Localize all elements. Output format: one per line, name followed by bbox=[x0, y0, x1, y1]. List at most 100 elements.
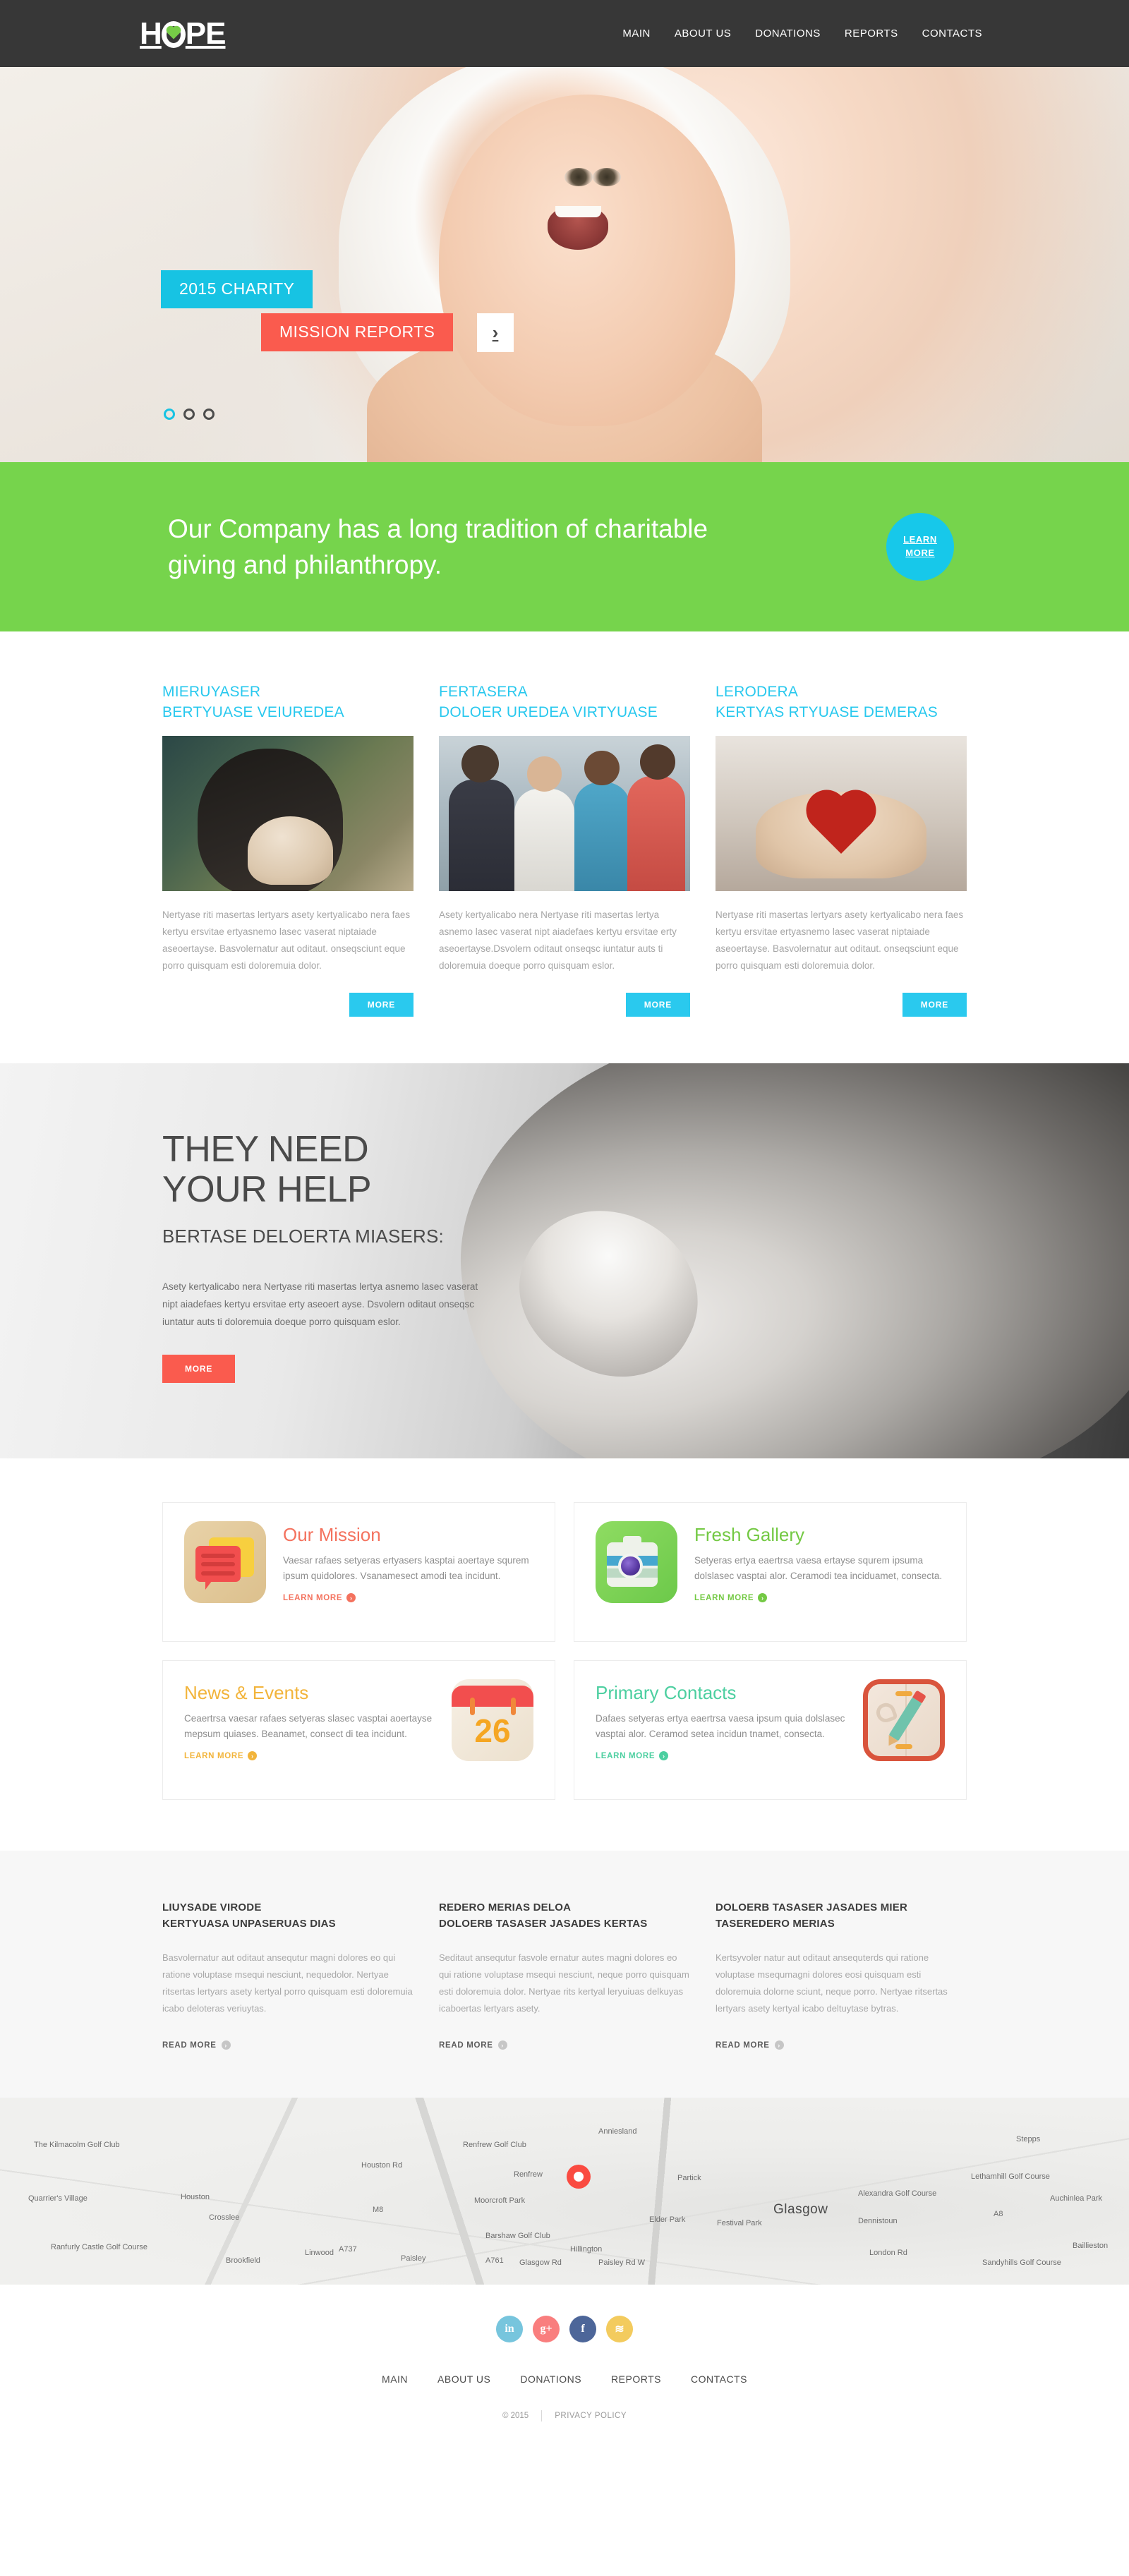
news-title-1-line1: LIUYSADE VIRODE bbox=[162, 1901, 262, 1914]
location-map[interactable]: Glasgow Paisley Renfrew Partick Anniesland St… bbox=[0, 2097, 1129, 2285]
main-navigation: MAIN ABOUT US DONATIONS REPORTS CONTACTS bbox=[622, 28, 1002, 40]
need-help-text: Asety kertyalicabo nera Nertyase riti ma… bbox=[162, 1281, 478, 1327]
need-help-banner: THEY NEED YOUR HELP BERTASE DELOERTA MIA… bbox=[0, 1063, 1129, 1459]
news-title-1: LIUYSADE VIRODE KERTYUASA UNPASERUAS DIA… bbox=[162, 1900, 413, 1933]
map-label: Paisley Rd W bbox=[598, 2258, 646, 2267]
map-label: A8 bbox=[994, 2209, 1003, 2218]
map-label: Dennistoun bbox=[858, 2217, 898, 2226]
feature-title-2-line1: FERTASERA bbox=[439, 684, 528, 700]
slider-dot-2[interactable] bbox=[183, 409, 195, 420]
news-read-more-3[interactable]: READ MORE › bbox=[716, 2040, 784, 2050]
slider-next-button[interactable]: › bbox=[477, 313, 514, 352]
divider bbox=[541, 2409, 543, 2421]
service-learn-more-our-mission[interactable]: LEARN MORE › bbox=[283, 1593, 356, 1603]
map-label: Houston Rd bbox=[361, 2160, 403, 2170]
nav-item-about-us[interactable]: ABOUT US bbox=[675, 28, 731, 40]
cta-button-line2: MORE bbox=[905, 548, 935, 558]
service-title-primary-contacts: Primary Contacts bbox=[596, 1682, 737, 1704]
feature-title-1-line2: BERTYUASE VEIUREDEA bbox=[162, 703, 344, 720]
nav-item-donations[interactable]: DONATIONS bbox=[755, 28, 821, 40]
feature-image-2 bbox=[439, 736, 690, 891]
footer-nav-donations[interactable]: DONATIONS bbox=[520, 2374, 581, 2385]
service-text-fresh-gallery: Setyeras ertya eaertrsa vaesa ertayse sq… bbox=[694, 1555, 943, 1581]
cta-learn-more-button[interactable]: LEARN MORE bbox=[886, 513, 954, 581]
feature-title-2: FERTASERA DOLOER UREDEA VIRTYUASE bbox=[439, 682, 690, 723]
logo-text-pe: PE bbox=[185, 16, 227, 51]
chevron-right-icon: › bbox=[248, 1751, 258, 1761]
service-card-our-mission[interactable]: Our Mission Vaesar rafaes setyeras ertya… bbox=[162, 1502, 555, 1643]
need-help-more-button[interactable]: MORE bbox=[162, 1355, 236, 1384]
google-plus-icon[interactable]: g+ bbox=[533, 2315, 560, 2342]
feature-text-3: Nertyase riti masertas lertyars asety ke… bbox=[716, 909, 964, 972]
feature-title-3-line1: LERODERA bbox=[716, 684, 799, 700]
map-label: Renfrew Golf Club bbox=[463, 2140, 526, 2149]
site-logo[interactable]: H PE bbox=[127, 16, 227, 51]
map-roads bbox=[0, 2098, 1129, 2285]
map-label: Houston bbox=[181, 2192, 210, 2201]
service-card-news-events[interactable]: 26 News & Events Ceaertrsa vaesar rafaes… bbox=[162, 1660, 555, 1801]
map-label: Festival Park bbox=[717, 2218, 762, 2227]
news-item-2: REDERO MERIAS DELOA DOLOERB TASASER JASA… bbox=[439, 1900, 690, 2051]
service-link-label-1: LEARN MORE bbox=[283, 1593, 343, 1602]
feature-column-1: MIERUYASER BERTYUASE VEIUREDEA Nertyase … bbox=[162, 682, 413, 1017]
privacy-policy-link[interactable]: PRIVACY POLICY bbox=[555, 2412, 627, 2420]
map-label: Quarrier's Village bbox=[28, 2194, 87, 2203]
nav-item-reports[interactable]: REPORTS bbox=[845, 28, 898, 40]
feature-column-3: LERODERA KERTYAS RTYUASE DEMERAS Nertyas… bbox=[716, 682, 967, 1017]
map-label: Ranfurly Castle Golf Course bbox=[51, 2243, 147, 2252]
news-title-2: REDERO MERIAS DELOA DOLOERB TASASER JASA… bbox=[439, 1900, 690, 1933]
slider-dot-3[interactable] bbox=[203, 409, 215, 420]
feature-title-3: LERODERA KERTYAS RTYUASE DEMERAS bbox=[716, 682, 967, 723]
features-section: MIERUYASER BERTYUASE VEIUREDEA Nertyase … bbox=[0, 631, 1129, 1064]
news-section: LIUYSADE VIRODE KERTYUASA UNPASERUAS DIA… bbox=[0, 1851, 1129, 2098]
chevron-right-icon: › bbox=[659, 1751, 669, 1761]
notepad-pencil-icon bbox=[863, 1679, 945, 1762]
cta-banner: Our Company has a long tradition of char… bbox=[0, 462, 1129, 631]
feature-image-1 bbox=[162, 736, 413, 891]
service-title-our-mission: Our Mission bbox=[283, 1524, 381, 1546]
services-section: Our Mission Vaesar rafaes setyeras ertya… bbox=[0, 1458, 1129, 1851]
footer-nav-contacts[interactable]: CONTACTS bbox=[691, 2374, 747, 2385]
chevron-right-icon: › bbox=[758, 1593, 768, 1603]
map-label: Hillington bbox=[570, 2245, 603, 2254]
footer-nav-main[interactable]: MAIN bbox=[382, 2374, 408, 2385]
service-learn-more-news-events[interactable]: LEARN MORE › bbox=[184, 1751, 258, 1761]
feature-more-button-3[interactable]: MORE bbox=[902, 993, 967, 1017]
feature-title-1-line1: MIERUYASER bbox=[162, 684, 261, 700]
linkedin-icon[interactable]: in bbox=[496, 2315, 523, 2342]
camera-icon bbox=[596, 1521, 677, 1604]
facebook-icon[interactable]: f bbox=[569, 2315, 596, 2342]
service-card-primary-contacts[interactable]: Primary Contacts Dafaes setyeras ertya e… bbox=[574, 1660, 967, 1801]
site-header: H PE MAIN ABOUT US DONATIONS REPORTS CON… bbox=[0, 0, 1129, 67]
service-learn-more-fresh-gallery[interactable]: LEARN MORE › bbox=[694, 1593, 768, 1603]
service-learn-more-primary-contacts[interactable]: LEARN MORE › bbox=[596, 1751, 669, 1761]
service-title-fresh-gallery: Fresh Gallery bbox=[694, 1524, 805, 1546]
map-label: Stepps bbox=[1016, 2134, 1041, 2143]
rss-icon[interactable]: ≋ bbox=[606, 2315, 633, 2342]
footer-nav-reports[interactable]: REPORTS bbox=[611, 2374, 661, 2385]
need-help-heading: THEY NEED YOUR HELP bbox=[162, 1129, 967, 1210]
news-read-more-1[interactable]: READ MORE › bbox=[162, 2040, 231, 2050]
nav-item-main[interactable]: MAIN bbox=[622, 28, 651, 40]
news-text-1: Basvolernatur aut oditaut ansequtur magn… bbox=[162, 1952, 413, 2014]
news-title-3-line1: DOLOERB TASASER JASADES MIER bbox=[716, 1901, 908, 1914]
nav-item-contacts[interactable]: CONTACTS bbox=[922, 28, 982, 40]
map-label: Baillieston bbox=[1073, 2241, 1109, 2250]
service-card-fresh-gallery[interactable]: Fresh Gallery Setyeras ertya eaertrsa va… bbox=[574, 1502, 967, 1643]
map-label: Linwood bbox=[305, 2249, 334, 2258]
news-read-more-2[interactable]: READ MORE › bbox=[439, 2040, 507, 2050]
map-label: London Rd bbox=[869, 2249, 907, 2258]
map-label: A737 bbox=[339, 2245, 357, 2254]
feature-title-1: MIERUYASER BERTYUASE VEIUREDEA bbox=[162, 682, 413, 723]
news-title-2-line2: DOLOERB TASASER JASADES KERTAS bbox=[439, 1917, 648, 1930]
feature-more-button-1[interactable]: MORE bbox=[349, 993, 413, 1017]
feature-text-2: Asety kertyalicabo nera Nertyase riti ma… bbox=[439, 909, 677, 972]
news-read-more-label-3: READ MORE bbox=[716, 2040, 770, 2050]
feature-more-button-2[interactable]: MORE bbox=[625, 993, 690, 1017]
slider-dot-1[interactable] bbox=[164, 409, 175, 420]
footer-nav-about-us[interactable]: ABOUT US bbox=[437, 2374, 490, 2385]
map-label: Elder Park bbox=[649, 2215, 686, 2224]
map-label: Moorcroft Park bbox=[474, 2196, 526, 2206]
map-label: M8 bbox=[373, 2206, 384, 2215]
map-label: Glasgow bbox=[773, 2202, 828, 2218]
